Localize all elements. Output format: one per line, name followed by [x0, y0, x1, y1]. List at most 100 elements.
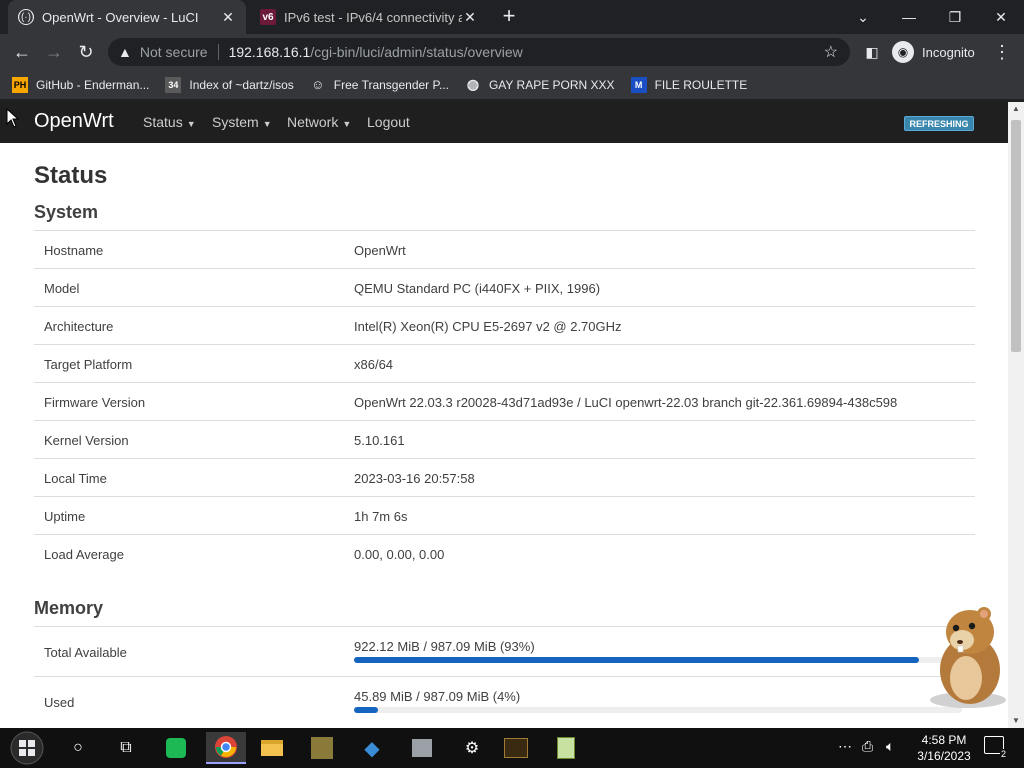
- table-row: Target Platform x86/64: [34, 344, 975, 382]
- table-row: Total Available 922.12 MiB / 987.09 MiB (…: [34, 626, 975, 676]
- volume-icon[interactable]: 🔈︎: [886, 738, 894, 755]
- address-bar[interactable]: ▲ Not secure 192.168.16.1 /cgi-bin/luci/…: [108, 38, 850, 66]
- chrome-logo-icon: [215, 736, 237, 758]
- notepad-app-icon[interactable]: [550, 732, 582, 764]
- close-window-icon[interactable]: ✕: [978, 0, 1024, 34]
- nav-label: System: [212, 114, 259, 130]
- bookmark-star-icon[interactable]: ☆: [824, 42, 838, 62]
- row-key: Model: [44, 281, 80, 296]
- tab-close-icon[interactable]: ✕: [220, 9, 236, 26]
- memory-section-title: Memory: [34, 598, 104, 618]
- spotify-like-app-icon[interactable]: [160, 732, 192, 764]
- page-scrollbar[interactable]: ▲ ▼: [1008, 102, 1024, 728]
- bookmark-label: Free Transgender P...: [333, 77, 449, 92]
- row-value: OpenWrt: [354, 243, 406, 258]
- system-table: Hostname OpenWrt Model QEMU Standard PC (i4…: [34, 230, 975, 572]
- minimize-icon[interactable]: —: [886, 0, 932, 34]
- memory-progress-track: [354, 707, 962, 713]
- nav-system[interactable]: System ▼: [212, 114, 272, 130]
- url-host: 192.168.16.1: [228, 44, 311, 60]
- ph-icon: PH: [12, 76, 28, 93]
- row-value: Intel(R) Xeon(R) CPU E5-2697 v2 @ 2.70GH…: [354, 319, 622, 334]
- memory-value-label: 922.12 MiB / 987.09 MiB (93%): [354, 639, 535, 654]
- tab-search-chevron-icon[interactable]: ⌄: [840, 0, 886, 34]
- chrome-taskbar-icon[interactable]: [206, 732, 246, 764]
- network-icon[interactable]: ⎙: [862, 738, 873, 755]
- mft-icon: M: [630, 76, 647, 93]
- tab-title: OpenWrt - Overview - LuCI: [42, 9, 199, 25]
- notification-center-icon[interactable]: 2: [984, 736, 1007, 759]
- row-key: Kernel Version: [44, 433, 129, 448]
- row-value: 0.00, 0.00, 0.00: [354, 547, 445, 562]
- luci-header: OpenWrt Status ▼ System ▼ Network ▼ Logout …: [0, 102, 1008, 143]
- table-row: Uptime 1h 7m 6s: [34, 496, 975, 534]
- windows-taskbar: ○ ⧉ ◆ ⚙ ⋯ ⎙ 🔈︎ 4:58 PM 3/16/2023 2: [0, 728, 1024, 768]
- nav-status[interactable]: Status ▼: [143, 114, 196, 130]
- mouse-pointer-icon: [6, 108, 20, 128]
- bookmark-github[interactable]: PH GitHub - Enderman...: [12, 76, 149, 93]
- scroll-down-icon[interactable]: ▼: [1008, 714, 1024, 728]
- incognito-profile-button[interactable]: ◉ Incognito: [892, 38, 975, 66]
- tab-ipv6-test[interactable]: v6 IPv6 test - IPv6/4 connectivity and ✕: [250, 0, 488, 34]
- side-panel-icon[interactable]: ◧: [860, 40, 884, 64]
- scroll-up-icon[interactable]: ▲: [1008, 102, 1024, 116]
- row-key: Hostname: [44, 243, 104, 258]
- row-key: Load Average: [44, 547, 124, 562]
- row-key: Local Time: [44, 471, 107, 486]
- table-row: Load Average 0.00, 0.00, 0.00: [34, 534, 975, 572]
- scrollbar-thumb[interactable]: [1011, 120, 1021, 352]
- caret-down-icon: ▼: [186, 119, 196, 129]
- bookmark-label: FILE ROULETTE: [654, 77, 748, 92]
- row-key: Used: [44, 695, 75, 710]
- table-row: Kernel Version 5.10.161: [34, 420, 975, 458]
- table-row: Hostname OpenWrt: [34, 230, 975, 268]
- url-path: /cgi-bin/luci/admin/status/overview: [310, 44, 523, 60]
- terminal-app-icon[interactable]: [500, 732, 532, 764]
- bookmark-globe-site[interactable]: ◍ GAY RAPE PORN XXX: [465, 76, 615, 93]
- tray-overflow-icon[interactable]: ⋯: [838, 738, 852, 755]
- restore-icon[interactable]: ❐: [932, 0, 978, 34]
- game-app-icon[interactable]: [306, 732, 338, 764]
- system-section-title: System: [34, 202, 99, 222]
- bookmark-file-roulette[interactable]: M FILE ROULETTE: [630, 76, 748, 93]
- table-row: Model QEMU Standard PC (i440FX + PIIX, 19…: [34, 268, 975, 306]
- forward-arrow-icon[interactable]: →: [42, 40, 66, 64]
- windows-start-icon[interactable]: [8, 731, 46, 765]
- refreshing-badge[interactable]: REFRESHING: [904, 116, 974, 131]
- task-view-icon[interactable]: ⧉: [110, 732, 142, 764]
- tab-openwrt-overview[interactable]: ((·)) OpenWrt - Overview - LuCI ✕: [8, 0, 246, 34]
- cube-app-icon[interactable]: ◆: [356, 732, 388, 764]
- memory-table: Total Available 922.12 MiB / 987.09 MiB (…: [34, 626, 975, 726]
- incognito-icon: ◉: [892, 41, 914, 63]
- system-clock[interactable]: 4:58 PM 3/16/2023: [914, 732, 974, 764]
- row-key: Architecture: [44, 319, 114, 334]
- reload-icon[interactable]: ↻: [74, 40, 98, 64]
- bookmarks-bar: PH GitHub - Enderman... 34 Index of ~dar…: [0, 70, 1024, 100]
- browser-tab-bar: ((·)) OpenWrt - Overview - LuCI ✕ v6 IPv…: [0, 0, 1024, 34]
- tab-close-icon[interactable]: ✕: [462, 9, 478, 26]
- row-key: Total Available: [44, 645, 127, 660]
- brand-logo[interactable]: OpenWrt: [34, 110, 114, 133]
- address-separator: [217, 44, 219, 60]
- bookmark-free-transgender[interactable]: ☺ Free Transgender P...: [310, 77, 449, 93]
- doc-icon: 34: [165, 76, 182, 93]
- nav-network[interactable]: Network ▼: [287, 114, 351, 130]
- menu-kebab-icon[interactable]: ⋮: [990, 40, 1014, 64]
- bookmark-dartz-isos[interactable]: 34 Index of ~dartz/isos: [165, 76, 294, 93]
- openwrt-icon: ((·)): [18, 9, 34, 25]
- vm-app-icon[interactable]: [406, 732, 438, 764]
- back-arrow-icon[interactable]: ←: [10, 40, 34, 64]
- v6-icon: v6: [260, 9, 276, 25]
- row-value: 1h 7m 6s: [354, 509, 408, 524]
- memory-progress-track: [354, 657, 962, 663]
- memory-value-label: 45.89 MiB / 987.09 MiB (4%): [354, 689, 521, 704]
- hamster-sticker: [930, 607, 1006, 708]
- search-circle-icon[interactable]: ○: [62, 732, 94, 764]
- browser-toolbar: ← → ↻ ▲ Not secure 192.168.16.1 /cgi-bin…: [0, 34, 1024, 70]
- settings-gear-icon[interactable]: ⚙: [456, 732, 488, 764]
- file-explorer-icon[interactable]: [256, 732, 288, 764]
- table-row: Firmware Version OpenWrt 22.03.3 r20028-4…: [34, 382, 975, 420]
- new-tab-button[interactable]: +: [498, 5, 520, 27]
- row-value: x86/64: [354, 357, 394, 372]
- nav-logout[interactable]: Logout: [367, 114, 410, 130]
